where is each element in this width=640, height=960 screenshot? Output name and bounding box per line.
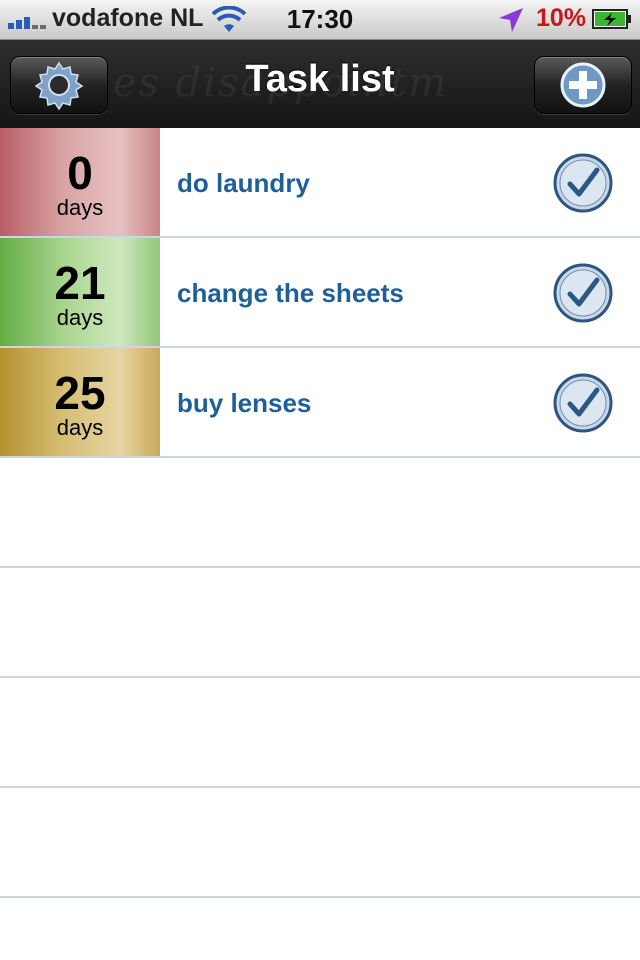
empty-row xyxy=(0,458,640,568)
complete-check-icon[interactable] xyxy=(552,372,614,434)
task-title: do laundry xyxy=(177,168,310,198)
days-badge: 21 days xyxy=(0,238,160,346)
task-row[interactable]: 21 days change the sheets xyxy=(0,238,640,348)
days-count: 0 xyxy=(67,147,93,199)
task-title: buy lenses xyxy=(177,388,312,418)
gear-icon xyxy=(34,61,84,111)
complete-check-icon[interactable] xyxy=(552,262,614,324)
add-task-button[interactable] xyxy=(534,56,632,114)
battery-charging-icon xyxy=(592,9,631,29)
plus-icon xyxy=(560,62,606,108)
days-unit: days xyxy=(56,305,104,330)
days-unit: days xyxy=(56,195,104,220)
days-count: 25 xyxy=(54,367,106,419)
empty-row xyxy=(0,788,640,898)
days-badge: 0 days xyxy=(0,128,160,236)
complete-check-icon[interactable] xyxy=(552,152,614,214)
status-bar: vodafone NL 17:30 10% xyxy=(0,0,640,40)
empty-row xyxy=(0,568,640,678)
empty-row xyxy=(0,678,640,788)
task-row[interactable]: 25 days buy lenses xyxy=(0,348,640,458)
days-unit: days xyxy=(56,415,104,440)
task-title: change the sheets xyxy=(177,278,404,308)
days-count: 21 xyxy=(54,257,106,309)
battery-percent: 10% xyxy=(536,4,587,32)
days-badge: 25 days xyxy=(0,348,160,456)
settings-button[interactable] xyxy=(10,56,108,114)
navigation-bar: dishes disappointm Task list xyxy=(0,40,640,128)
task-row[interactable]: 0 days do laundry xyxy=(0,128,640,238)
location-arrow-icon xyxy=(499,8,523,32)
task-list: 0 days do laundry 21 days change the she… xyxy=(0,128,640,898)
